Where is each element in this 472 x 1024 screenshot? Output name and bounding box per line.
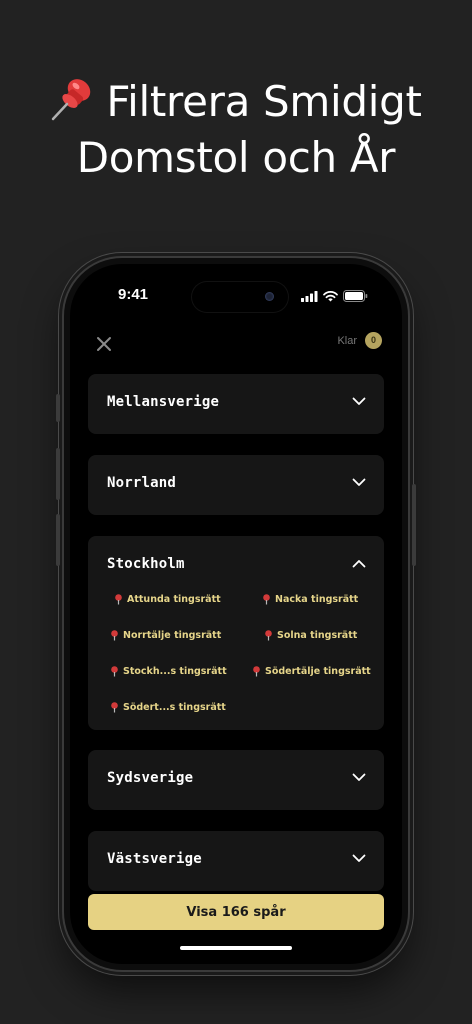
region-header-mellansverige[interactable]: Mellansverige <box>88 374 384 434</box>
region-title: Stockholm <box>107 556 185 572</box>
headline-line-2: Domstol och År <box>76 133 396 182</box>
region-vastsverige: Västsverige <box>88 831 384 891</box>
court-nacka[interactable]: Nacka tingsrätt <box>262 594 358 605</box>
court-label: Södert...s tingsrätt <box>123 702 226 713</box>
court-sodertalje[interactable]: Södertälje tingsrätt <box>252 666 371 677</box>
volume-up-button <box>56 448 60 500</box>
region-title: Sydsverige <box>107 770 194 786</box>
region-title: Mellansverige <box>107 394 220 410</box>
selected-count-badge: 0 <box>365 332 382 349</box>
done-area: Klar 0 <box>337 332 382 349</box>
done-button[interactable]: Klar <box>337 335 357 347</box>
headline-line-1: Filtrera Smidigt <box>0 74 472 130</box>
phone-screen: 9:41 Klar 0 Mellansverige Norrland Stock… <box>70 264 402 964</box>
court-attunda[interactable]: Attunda tingsrätt <box>114 594 221 605</box>
power-button <box>412 484 416 566</box>
map-pin-icon <box>111 666 118 677</box>
region-mellansverige: Mellansverige <box>88 374 384 434</box>
court-stockholm[interactable]: Stockh...s tingsrätt <box>110 666 227 677</box>
pushpin-icon <box>52 79 91 121</box>
chevron-down-icon <box>352 773 366 781</box>
region-title: Västsverige <box>107 851 202 867</box>
headline: Filtrera Smidigt Domstol och År <box>0 74 472 186</box>
show-tracks-button[interactable]: Visa 166 spår <box>88 894 384 930</box>
court-sodertorns[interactable]: Södert...s tingsrätt <box>110 702 226 713</box>
chevron-down-icon <box>352 397 366 405</box>
region-header-vastsverige[interactable]: Västsverige <box>88 831 384 891</box>
home-indicator <box>180 946 292 950</box>
chevron-down-icon <box>352 854 366 862</box>
dynamic-island <box>192 282 288 312</box>
region-norrland: Norrland <box>88 455 384 515</box>
chevron-down-icon <box>352 478 366 486</box>
wifi-icon <box>323 290 338 301</box>
map-pin-icon <box>115 594 122 605</box>
court-solna[interactable]: Solna tingsrätt <box>264 630 357 641</box>
map-pin-icon <box>111 702 118 713</box>
map-pin-icon <box>111 630 118 641</box>
close-icon[interactable] <box>94 334 114 354</box>
map-pin-icon <box>263 594 270 605</box>
map-pin-icon <box>265 630 272 641</box>
region-header-norrland[interactable]: Norrland <box>88 455 384 515</box>
phone-frame: 9:41 Klar 0 Mellansverige Norrland Stock… <box>56 258 416 970</box>
status-icons <box>301 290 368 302</box>
map-pin-icon <box>253 666 260 677</box>
court-label: Stockh...s tingsrätt <box>123 666 227 677</box>
region-header-sydsverige[interactable]: Sydsverige <box>88 750 384 810</box>
camera-icon <box>265 292 274 301</box>
headline-text-1: Filtrera Smidigt <box>106 77 422 126</box>
region-sydsverige: Sydsverige <box>88 750 384 810</box>
status-time: 9:41 <box>118 286 149 303</box>
page: Filtrera Smidigt Domstol och År 9:41 Kla… <box>0 0 472 1024</box>
signal-icon <box>301 290 318 302</box>
region-stockholm: Stockholm Attunda tingsrätt Nacka tingsr… <box>88 536 384 730</box>
court-label: Södertälje tingsrätt <box>265 666 371 677</box>
chevron-up-icon <box>352 560 366 568</box>
volume-down-button <box>56 514 60 566</box>
region-title: Norrland <box>107 475 177 491</box>
battery-icon <box>343 290 368 302</box>
region-header-stockholm[interactable]: Stockholm <box>88 536 384 596</box>
court-label: Norrtälje tingsrätt <box>123 630 222 641</box>
court-label: Nacka tingsrätt <box>275 594 359 605</box>
court-norrtalje[interactable]: Norrtälje tingsrätt <box>110 630 221 641</box>
action-button <box>56 394 60 422</box>
court-label: Solna tingsrätt <box>277 630 358 641</box>
court-label: Attunda tingsrätt <box>127 594 221 605</box>
